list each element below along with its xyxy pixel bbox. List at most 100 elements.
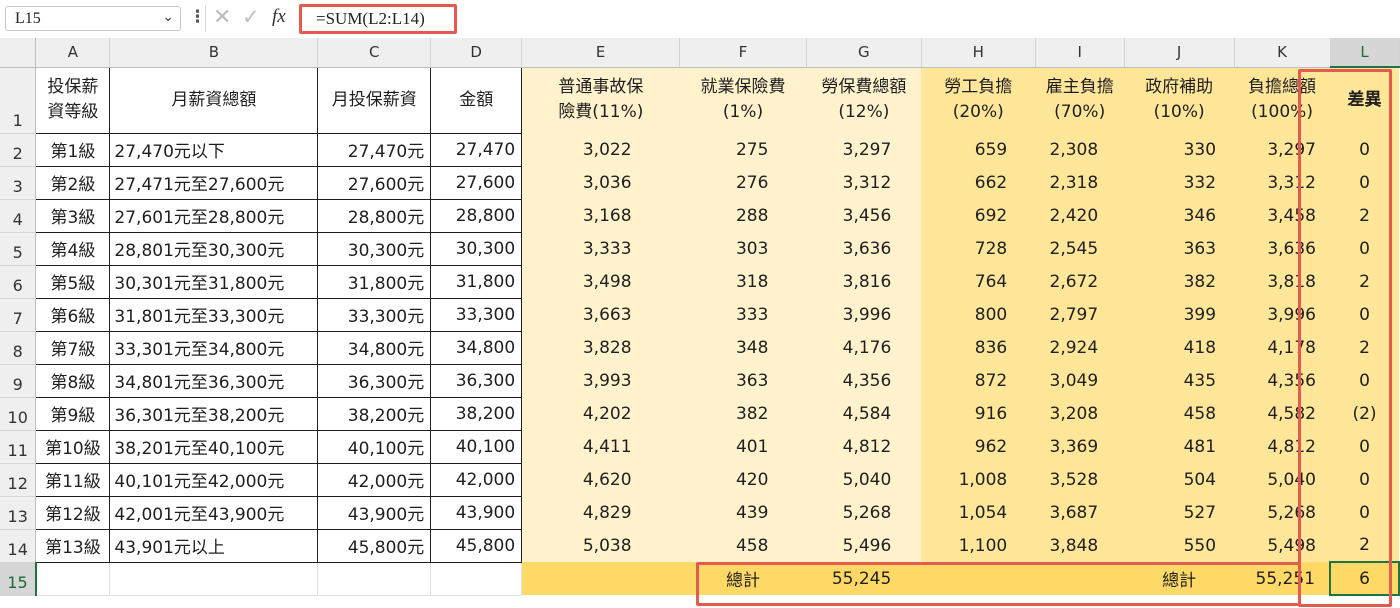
cell-insured-salary[interactable]: 36,300元 (317, 363, 432, 398)
cell-empty[interactable] (430, 562, 523, 596)
cell-grade[interactable]: 第6級 (35, 297, 111, 332)
cell-ordinary-premium[interactable]: 3,993 (521, 364, 680, 397)
cell-insured-salary[interactable]: 27,600元 (317, 165, 432, 200)
cell-grade[interactable]: 第2級 (35, 165, 111, 200)
cell-employer-share[interactable]: 2,318 (1035, 166, 1125, 199)
cell-difference[interactable]: 2 (1330, 331, 1399, 364)
cell-ordinary-premium[interactable]: 3,036 (521, 166, 680, 199)
row-header[interactable]: 14 (0, 529, 37, 563)
cell-worker-share[interactable]: 916 (921, 397, 1036, 430)
cell-ordinary-premium[interactable]: 3,168 (521, 199, 680, 232)
cell-total-premium[interactable]: 3,297 (806, 133, 922, 166)
cell-employer-share[interactable]: 3,208 (1035, 397, 1125, 430)
header-cell-c[interactable]: 月投保薪資 (317, 66, 432, 134)
cell-salary-range[interactable]: 40,101元至42,000元 (109, 462, 319, 497)
cell-ordinary-premium[interactable]: 4,620 (521, 463, 680, 496)
cell-worker-share[interactable]: 692 (921, 199, 1036, 232)
cell-insured-salary[interactable]: 40,100元 (317, 429, 432, 464)
cell-ordinary-premium[interactable]: 4,829 (521, 496, 680, 529)
cell-amount[interactable]: 36,300 (430, 363, 523, 398)
cell-grade[interactable]: 第10級 (35, 429, 111, 464)
cell-employment-premium[interactable]: 382 (679, 397, 807, 430)
cell-total-burden[interactable]: 3,996 (1234, 298, 1330, 331)
row-header[interactable]: 3 (0, 166, 37, 200)
cell-employer-share[interactable]: 3,369 (1035, 430, 1125, 463)
cell-employment-premium[interactable]: 303 (679, 232, 807, 265)
cell-total-premium[interactable]: 3,312 (806, 166, 922, 199)
select-all-corner[interactable] (0, 38, 37, 68)
cell-empty[interactable] (317, 562, 432, 596)
cell-worker-share[interactable]: 1,008 (921, 463, 1036, 496)
row-header[interactable]: 2 (0, 133, 37, 167)
col-header-e[interactable]: E (521, 38, 681, 68)
cell-empty[interactable] (521, 562, 680, 595)
cell-grade[interactable]: 第5級 (35, 264, 111, 299)
cell-difference[interactable]: (2) (1330, 397, 1399, 430)
cell-employment-premium[interactable]: 348 (679, 331, 807, 364)
cell-government-subsidy[interactable]: 332 (1124, 166, 1235, 199)
cell-government-subsidy[interactable]: 550 (1124, 529, 1235, 562)
cell-total-burden[interactable]: 5,498 (1234, 529, 1330, 562)
formula-text[interactable]: =SUM(L2:L14) (316, 9, 425, 29)
cell-ordinary-premium[interactable]: 3,828 (521, 331, 680, 364)
cell-salary-range[interactable]: 28,801元至30,300元 (109, 231, 319, 266)
cell-employer-share[interactable]: 2,308 (1035, 133, 1125, 166)
cell-total-premium[interactable]: 3,816 (806, 265, 922, 298)
cell-difference[interactable]: 0 (1330, 463, 1399, 496)
cell-total-burden[interactable]: 4,178 (1234, 331, 1330, 364)
header-cell-l[interactable]: 差異 (1330, 67, 1399, 133)
cell-total-premium[interactable]: 4,176 (806, 331, 922, 364)
cell-government-subsidy[interactable]: 418 (1124, 331, 1235, 364)
name-box[interactable]: L15 ⌄ (5, 6, 181, 31)
cell-difference[interactable]: 0 (1330, 364, 1399, 397)
cell-worker-share[interactable]: 872 (921, 364, 1036, 397)
cell-employer-share[interactable]: 2,420 (1035, 199, 1125, 232)
cell-total-premium[interactable]: 4,356 (806, 364, 922, 397)
cell-amount[interactable]: 33,300 (430, 297, 523, 332)
formula-input[interactable]: =SUM(L2:L14) (300, 5, 1400, 33)
cell-employment-premium[interactable]: 333 (679, 298, 807, 331)
cell-salary-range[interactable]: 34,801元至36,300元 (109, 363, 319, 398)
cell-government-subsidy[interactable]: 481 (1124, 430, 1235, 463)
header-cell-i[interactable]: 雇主負擔(70%) (1035, 67, 1125, 133)
cell-government-subsidy[interactable]: 363 (1124, 232, 1235, 265)
row-header[interactable]: 5 (0, 232, 37, 266)
cell-total-burden[interactable]: 3,636 (1234, 232, 1330, 265)
row-header[interactable]: 1 (0, 67, 37, 134)
cell-insured-salary[interactable]: 45,800元 (317, 528, 432, 563)
cell-worker-share[interactable]: 800 (921, 298, 1036, 331)
cell-total-burden[interactable]: 4,582 (1234, 397, 1330, 430)
row-header[interactable]: 11 (0, 430, 37, 464)
cell-worker-share[interactable]: 659 (921, 133, 1036, 166)
header-cell-a[interactable]: 投保薪資等級 (35, 66, 111, 134)
cell-government-subsidy[interactable]: 399 (1124, 298, 1235, 331)
header-cell-e[interactable]: 普通事故保險費(11%) (521, 67, 680, 133)
cell-salary-range[interactable]: 31,801元至33,300元 (109, 297, 319, 332)
cell-grade[interactable]: 第3級 (35, 198, 111, 233)
cell-government-subsidy[interactable]: 382 (1124, 265, 1235, 298)
cell-insured-salary[interactable]: 30,300元 (317, 231, 432, 266)
cell-salary-range[interactable]: 33,301元至34,800元 (109, 330, 319, 365)
cell-amount[interactable]: 30,300 (430, 231, 523, 266)
cell-total-premium[interactable]: 3,456 (806, 199, 922, 232)
row-header[interactable]: 12 (0, 463, 37, 497)
cell-employment-premium[interactable]: 401 (679, 430, 807, 463)
cell-difference[interactable]: 0 (1330, 232, 1399, 265)
cell-amount[interactable]: 31,800 (430, 264, 523, 299)
cell-worker-share[interactable]: 962 (921, 430, 1036, 463)
row-header[interactable]: 6 (0, 265, 37, 299)
cell-ordinary-premium[interactable]: 3,663 (521, 298, 680, 331)
header-cell-d[interactable]: 金額 (430, 66, 523, 134)
cell-employer-share[interactable]: 3,528 (1035, 463, 1125, 496)
cell-ordinary-premium[interactable]: 5,038 (521, 529, 680, 562)
col-header-b[interactable]: B (109, 38, 319, 68)
cell-salary-range[interactable]: 36,301元至38,200元 (109, 396, 319, 431)
cell-employment-premium[interactable]: 276 (679, 166, 807, 199)
insert-function-button[interactable]: fx (272, 6, 286, 28)
name-box-value[interactable]: L15 (15, 10, 41, 28)
col-header-j[interactable]: J (1124, 38, 1235, 68)
cell-salary-range[interactable]: 27,471元至27,600元 (109, 165, 319, 200)
cell-grade[interactable]: 第9級 (35, 396, 111, 431)
cell-worker-share[interactable]: 836 (921, 331, 1036, 364)
cell-worker-share[interactable]: 1,054 (921, 496, 1036, 529)
